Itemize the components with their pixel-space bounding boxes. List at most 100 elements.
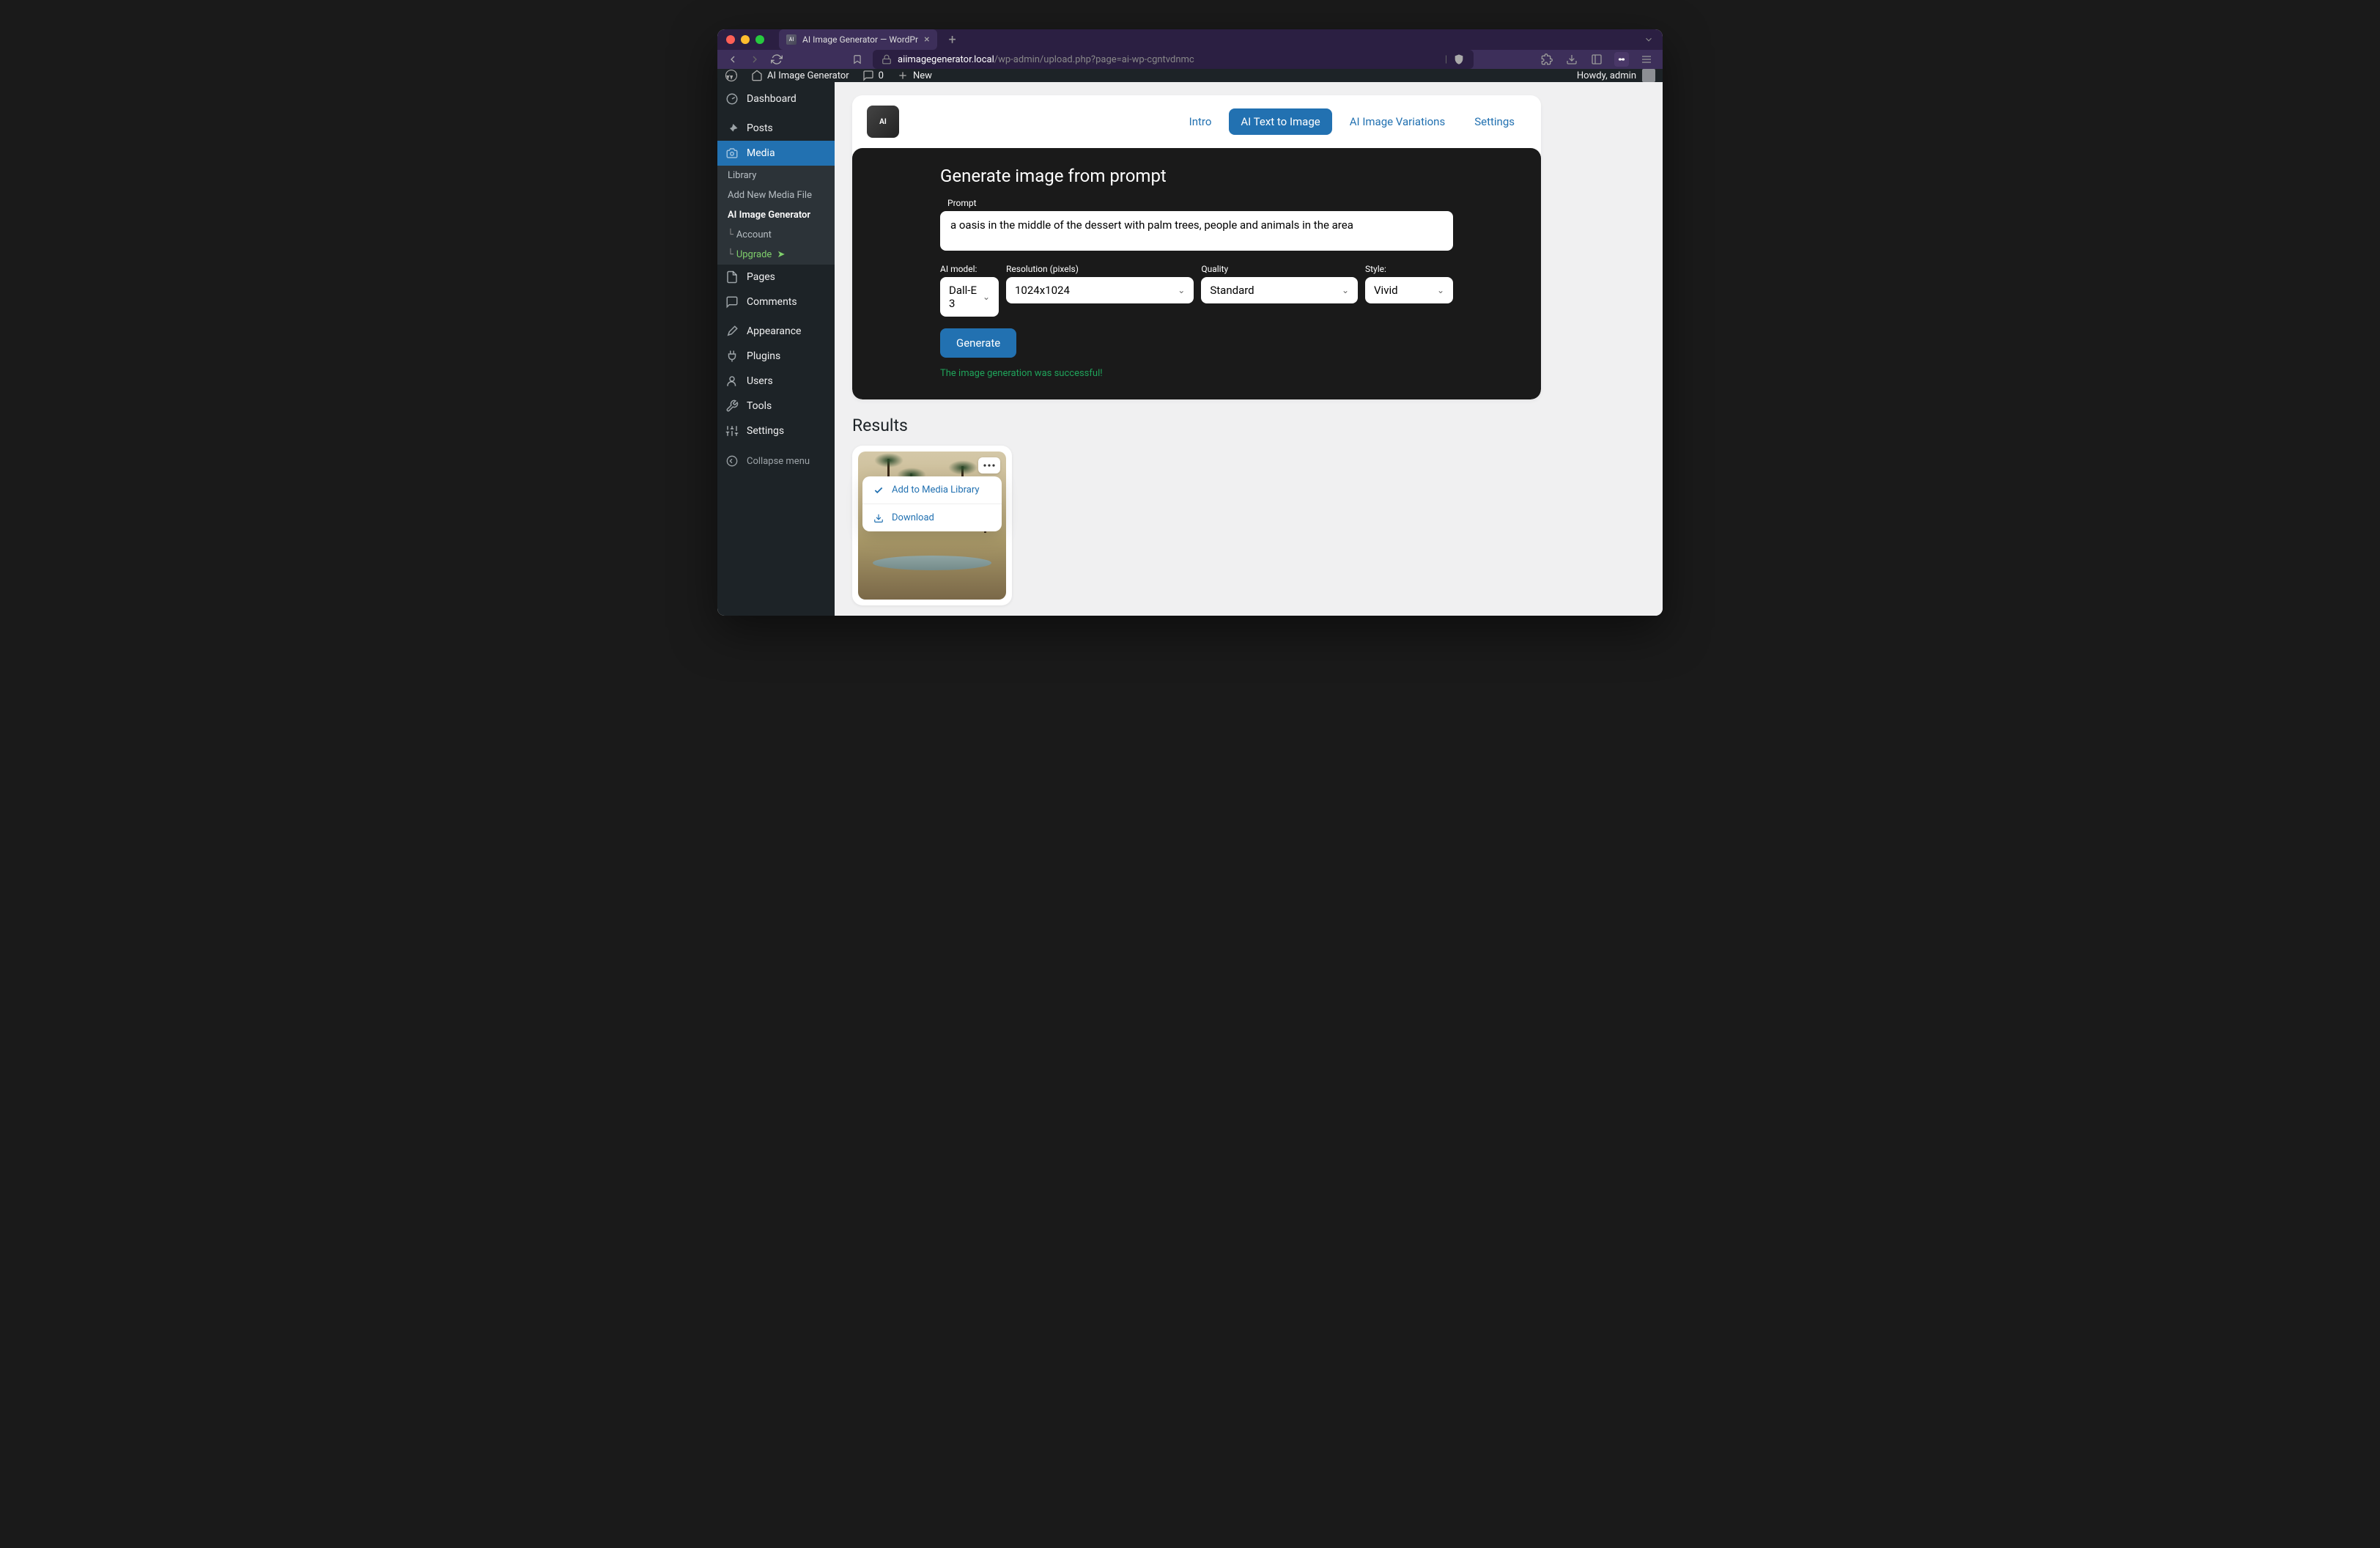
collapse-icon — [725, 455, 739, 467]
result-card: Add to Media Library Download — [852, 446, 1012, 605]
brave-shield-icon[interactable] — [1453, 54, 1465, 65]
comments-icon — [725, 295, 739, 309]
close-window-button[interactable] — [726, 35, 735, 44]
browser-titlebar: AI AI Image Generator — WordPr × + — [717, 29, 1663, 50]
sidebar-label: Posts — [747, 122, 773, 134]
generate-panel: Generate image from prompt Prompt AI mod… — [852, 148, 1541, 399]
dashboard-icon — [725, 92, 739, 106]
collapse-menu-button[interactable]: Collapse menu — [717, 448, 835, 474]
profile-icon[interactable] — [1614, 52, 1629, 67]
sidebar-label: Media — [747, 147, 775, 159]
address-bar[interactable]: aiimagegenerator.local/wp-admin/upload.p… — [873, 50, 1474, 69]
comment-icon — [862, 70, 874, 81]
quality-select[interactable]: Standard⌄ — [1201, 277, 1358, 303]
sidebar-item-tools[interactable]: Tools — [717, 394, 835, 419]
generate-button[interactable]: Generate — [940, 328, 1016, 358]
user-icon — [725, 375, 739, 388]
nav-settings[interactable]: Settings — [1463, 108, 1526, 135]
reload-button[interactable] — [770, 54, 783, 65]
minimize-window-button[interactable] — [741, 35, 750, 44]
tab-title: AI Image Generator — WordPr — [802, 34, 918, 45]
howdy-text[interactable]: Howdy, admin — [1577, 70, 1636, 81]
wrench-icon — [725, 399, 739, 413]
close-tab-icon[interactable]: × — [924, 34, 929, 45]
content-area: AI Intro AI Text to Image AI Image Varia… — [835, 82, 1663, 616]
sidebar-sub-upgrade[interactable]: └Upgrade ➤ — [717, 245, 835, 265]
sidebar-item-media[interactable]: Media — [717, 141, 835, 166]
browser-tab[interactable]: AI AI Image Generator — WordPr × — [779, 29, 937, 50]
site-name-link[interactable]: AI Image Generator — [751, 70, 849, 81]
sidebar-item-plugins[interactable]: Plugins — [717, 344, 835, 369]
downloads-icon[interactable] — [1564, 52, 1579, 67]
wp-logo-icon[interactable] — [725, 69, 738, 82]
sidebar-label: Tools — [747, 400, 772, 412]
sidebar-item-users[interactable]: Users — [717, 369, 835, 394]
brush-icon — [725, 325, 739, 338]
quality-label: Quality — [1201, 264, 1358, 274]
chevron-down-icon: ⌄ — [1342, 285, 1349, 295]
prompt-label: Prompt — [947, 198, 1453, 208]
result-menu-button[interactable] — [978, 457, 1000, 473]
plug-icon — [725, 350, 739, 363]
media-icon — [725, 147, 739, 160]
style-select[interactable]: Vivid⌄ — [1365, 277, 1453, 303]
extensions-icon[interactable] — [1540, 52, 1554, 67]
plugin-logo: AI — [867, 106, 899, 138]
sidebar-item-settings[interactable]: Settings — [717, 419, 835, 443]
pin-icon — [725, 122, 739, 135]
sidebar-label: Comments — [747, 296, 797, 308]
forward-button[interactable] — [748, 54, 761, 65]
sidebar-toggle-icon[interactable] — [1589, 52, 1604, 67]
sidebar-item-posts[interactable]: Posts — [717, 116, 835, 141]
sidebar-sub-library[interactable]: Library — [717, 166, 835, 185]
sidebar-sub-add-new[interactable]: Add New Media File — [717, 185, 835, 205]
add-to-library-button[interactable]: Add to Media Library — [862, 476, 1002, 504]
sidebar-item-pages[interactable]: Pages — [717, 265, 835, 290]
sidebar-label: Pages — [747, 271, 775, 283]
site-settings-icon — [882, 54, 892, 64]
bookmark-icon[interactable] — [851, 54, 864, 64]
pages-icon — [725, 270, 739, 284]
success-message: The image generation was successful! — [940, 368, 1453, 379]
check-icon — [873, 485, 884, 495]
menu-icon[interactable] — [1639, 52, 1654, 67]
prompt-input[interactable] — [940, 211, 1453, 251]
sidebar-item-comments[interactable]: Comments — [717, 290, 835, 314]
avatar[interactable] — [1642, 69, 1655, 82]
sliders-icon — [725, 424, 739, 438]
results-heading: Results — [852, 416, 1645, 435]
comments-link[interactable]: 0 — [862, 70, 884, 81]
sidebar-label: Dashboard — [747, 93, 797, 105]
sidebar-item-dashboard[interactable]: Dashboard — [717, 86, 835, 111]
sidebar-sub-ai-generator[interactable]: AI Image Generator — [717, 205, 835, 225]
plus-icon — [897, 70, 909, 81]
model-label: AI model: — [940, 264, 999, 274]
maximize-window-button[interactable] — [755, 35, 764, 44]
model-select[interactable]: Dall-E 3⌄ — [940, 277, 999, 317]
new-tab-button[interactable]: + — [949, 32, 956, 48]
sidebar-label: Plugins — [747, 350, 780, 362]
browser-toolbar: aiimagegenerator.local/wp-admin/upload.p… — [717, 50, 1663, 69]
chevron-down-icon: ⌄ — [1178, 285, 1185, 295]
nav-variations[interactable]: AI Image Variations — [1338, 108, 1457, 135]
sidebar-item-appearance[interactable]: Appearance — [717, 319, 835, 344]
new-link[interactable]: New — [897, 70, 932, 81]
more-icon — [983, 464, 995, 467]
sidebar-sub-account[interactable]: └Account — [717, 225, 835, 245]
sidebar-label: Settings — [747, 425, 784, 437]
favicon: AI — [786, 34, 797, 45]
chevron-down-icon: ⌄ — [1437, 285, 1444, 295]
card-header: AI Intro AI Text to Image AI Image Varia… — [852, 95, 1541, 148]
nav-intro[interactable]: Intro — [1178, 108, 1224, 135]
download-button[interactable]: Download — [862, 504, 1002, 531]
resolution-select[interactable]: 1024x1024⌄ — [1006, 277, 1194, 303]
tabs-dropdown-icon[interactable] — [1644, 34, 1654, 45]
panel-title: Generate image from prompt — [940, 166, 1453, 186]
download-icon — [873, 513, 884, 523]
nav-text-to-image[interactable]: AI Text to Image — [1229, 108, 1331, 135]
sidebar-label: Appearance — [747, 325, 801, 337]
admin-sidebar: Dashboard Posts Media Library Add New Me… — [717, 82, 835, 616]
back-button[interactable] — [726, 54, 739, 65]
generator-card: AI Intro AI Text to Image AI Image Varia… — [852, 95, 1541, 399]
style-label: Style: — [1365, 264, 1453, 274]
